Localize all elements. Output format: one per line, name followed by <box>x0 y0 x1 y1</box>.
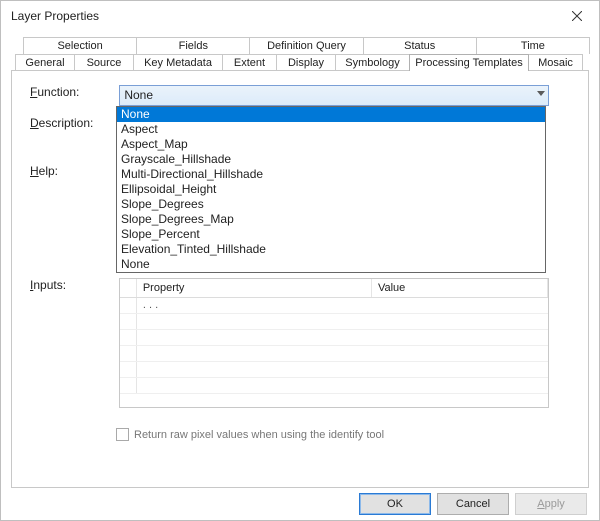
tab-extent[interactable]: Extent <box>222 54 277 71</box>
table-row <box>120 313 548 329</box>
return-raw-row: Return raw pixel values when using the i… <box>116 428 570 441</box>
dialog-button-bar: OK Cancel Apply <box>1 488 599 520</box>
table-row <box>120 377 548 393</box>
help-label: Help: <box>30 164 116 178</box>
tab-definition-query[interactable]: Definition Query <box>249 37 363 54</box>
function-option[interactable]: Aspect <box>117 122 545 137</box>
tab-processing-templates[interactable]: Processing Templates <box>409 54 529 71</box>
window-title: Layer Properties <box>11 9 555 23</box>
table-row <box>120 345 548 361</box>
tab-fields[interactable]: Fields <box>136 37 250 54</box>
ok-button[interactable]: OK <box>359 493 431 515</box>
function-option[interactable]: None <box>117 257 545 272</box>
close-button[interactable] <box>555 1 599 31</box>
layer-properties-dialog: Layer Properties SelectionFieldsDefiniti… <box>0 0 600 521</box>
function-label: Function: <box>30 85 116 99</box>
inputs-placeholder-row[interactable]: . . . <box>120 297 548 313</box>
dialog-content: SelectionFieldsDefinition QueryStatusTim… <box>1 31 599 488</box>
tab-key-metadata[interactable]: Key Metadata <box>133 54 223 71</box>
inputs-header-value[interactable]: Value <box>371 279 547 297</box>
inputs-row: Inputs: Property Value <box>30 278 570 408</box>
title-bar: Layer Properties <box>1 1 599 31</box>
tab-selection[interactable]: Selection <box>23 37 137 54</box>
return-raw-label: Return raw pixel values when using the i… <box>134 429 384 441</box>
function-combo-value: None <box>124 88 153 102</box>
tab-panel-processing-templates: Function: None Description: Help: <box>11 70 589 488</box>
function-option[interactable]: Aspect_Map <box>117 137 545 152</box>
tab-mosaic[interactable]: Mosaic <box>528 54 583 71</box>
function-row: Function: None <box>30 85 570 106</box>
cancel-button[interactable]: Cancel <box>437 493 509 515</box>
function-option[interactable]: Slope_Degrees <box>117 197 545 212</box>
function-option[interactable]: Ellipsoidal_Height <box>117 182 545 197</box>
function-option[interactable]: Elevation_Tinted_Hillshade <box>117 242 545 257</box>
table-row <box>120 361 548 377</box>
function-combo[interactable]: None <box>119 85 549 106</box>
function-option[interactable]: Slope_Degrees_Map <box>117 212 545 227</box>
function-option[interactable]: Slope_Percent <box>117 227 545 242</box>
return-raw-checkbox[interactable] <box>116 428 129 441</box>
chevron-down-icon <box>537 91 545 96</box>
tab-status[interactable]: Status <box>363 37 477 54</box>
tab-display[interactable]: Display <box>276 54 336 71</box>
table-row <box>120 329 548 345</box>
apply-button: Apply <box>515 493 587 515</box>
inputs-label: Inputs: <box>30 278 116 292</box>
inputs-header-row: Property Value <box>120 279 548 297</box>
description-label: Description: <box>30 116 116 130</box>
function-option[interactable]: None <box>117 107 545 122</box>
tab-strip: SelectionFieldsDefinition QueryStatusTim… <box>11 37 589 71</box>
inputs-grid[interactable]: Property Value . . . <box>119 278 549 408</box>
function-dropdown-list[interactable]: NoneAspectAspect_MapGrayscale_HillshadeM… <box>116 106 546 273</box>
inputs-header-property[interactable]: Property <box>136 279 371 297</box>
tab-general[interactable]: General <box>15 54 75 71</box>
tab-source[interactable]: Source <box>74 54 134 71</box>
tab-symbology[interactable]: Symbology <box>335 54 410 71</box>
close-icon <box>572 11 582 21</box>
function-option[interactable]: Grayscale_Hillshade <box>117 152 545 167</box>
inputs-placeholder-cell: . . . <box>136 297 371 313</box>
inputs-header-handle <box>120 279 136 297</box>
tab-time[interactable]: Time <box>476 37 590 54</box>
function-option[interactable]: Multi-Directional_Hillshade <box>117 167 545 182</box>
